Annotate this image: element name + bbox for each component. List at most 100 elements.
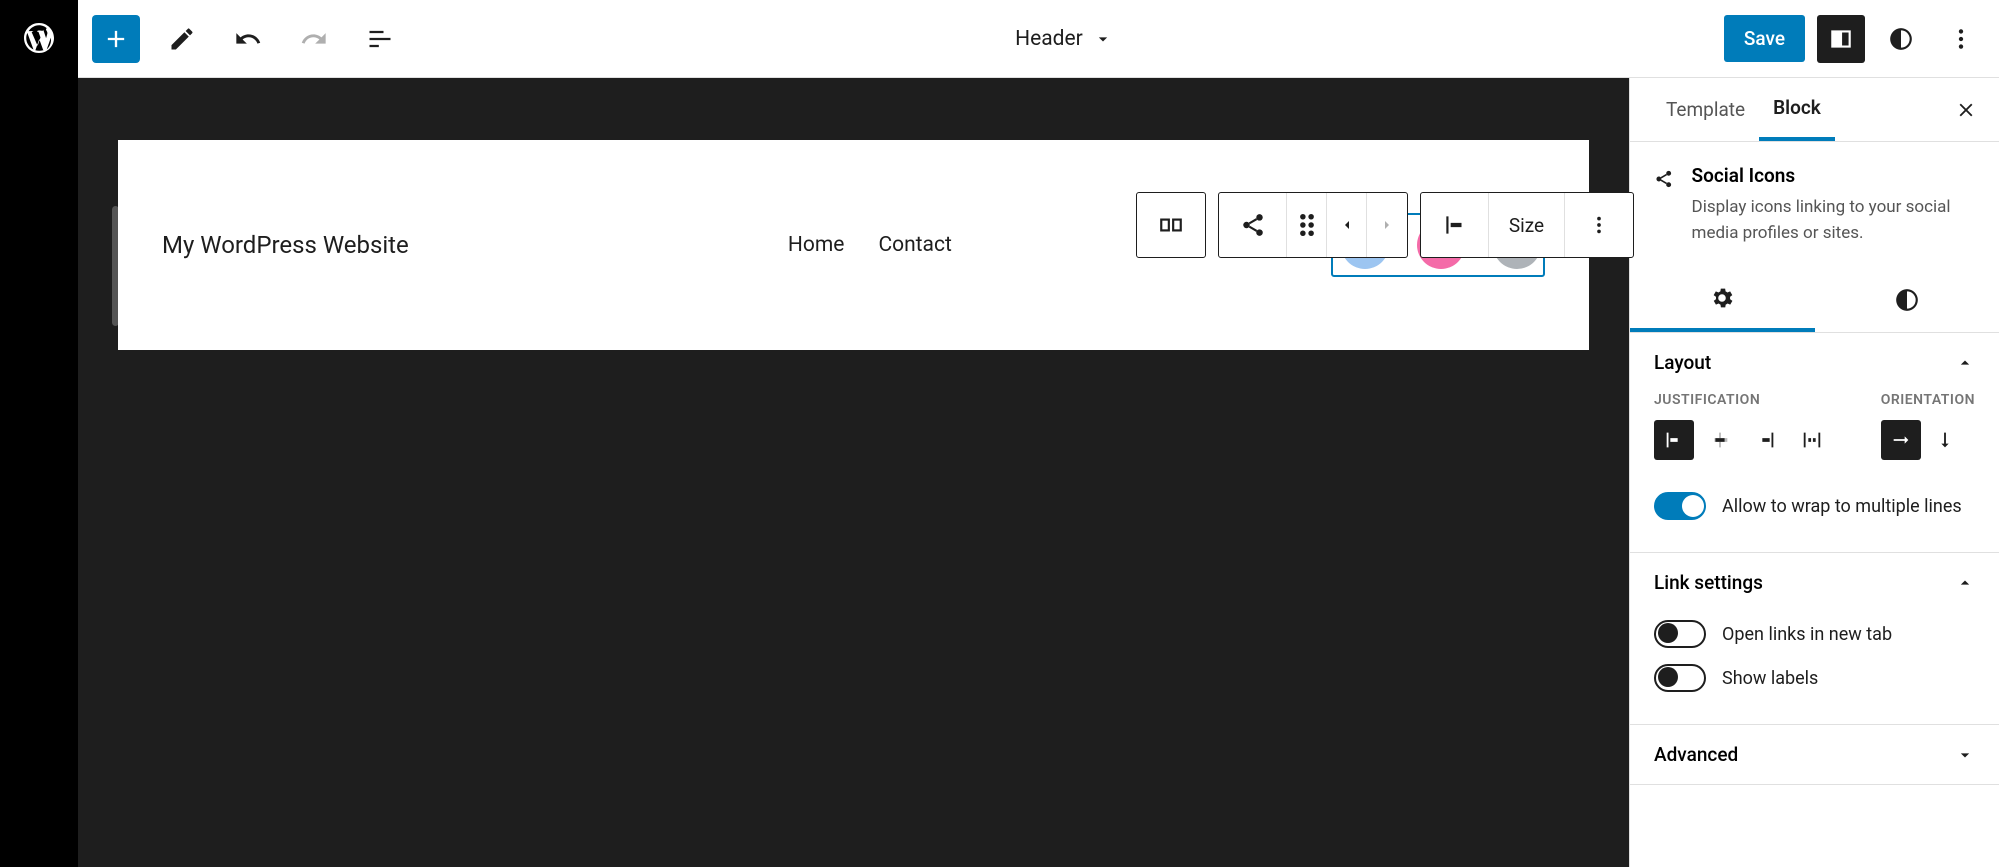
move-up-button[interactable] [1327,193,1367,257]
share-icon [1240,212,1266,238]
block-title: Social Icons [1692,164,1975,187]
justify-button[interactable] [1421,193,1489,257]
justify-center-button[interactable] [1700,420,1740,460]
block-type-button[interactable] [1219,193,1287,257]
chevron-left-icon [1339,217,1355,233]
wrap-toggle[interactable] [1654,492,1706,520]
save-button[interactable]: Save [1724,15,1805,62]
block-info-text: Social Icons Display icons linking to yo… [1692,164,1975,246]
content-row: Size My WordPress Website Home Contact [78,78,1999,867]
move-down-button[interactable] [1367,193,1407,257]
group-icon [1158,212,1184,238]
orientation-vertical-button[interactable] [1925,420,1965,460]
orientation-horizontal-button[interactable] [1881,420,1921,460]
justify-left-button[interactable] [1654,420,1694,460]
sidebar-icon [1828,26,1854,52]
wrap-toggle-label: Allow to wrap to multiple lines [1722,496,1962,517]
parent-block-button[interactable] [1137,193,1205,257]
panel-title: Link settings [1654,571,1763,594]
topbar-left-tools [92,15,404,63]
sidebar-toggle-button[interactable] [1817,15,1865,63]
layout-panel-body: Justification Orientation [1630,392,1999,552]
justify-right-button[interactable] [1746,420,1786,460]
gear-icon [1709,285,1735,311]
bt-group-align: Size [1420,192,1634,258]
justification-group: Justification [1654,392,1832,460]
justification-buttons [1654,420,1832,460]
pencil-icon [168,25,196,53]
more-vertical-icon [1948,26,1974,52]
settings-subtab[interactable] [1630,268,1815,332]
wordpress-logo-icon[interactable] [17,16,61,60]
more-vertical-icon [1588,214,1610,236]
link-settings-body: Open links in new tab Show labels [1630,612,1999,724]
half-circle-icon [1888,26,1914,52]
bt-group-main [1218,192,1408,258]
block-description: Display icons linking to your social med… [1692,195,1975,246]
editor-topbar: Header Save [78,0,1999,78]
open-new-tab-toggle[interactable] [1654,620,1706,648]
chevron-right-icon [1379,217,1395,233]
advanced-panel-header[interactable]: Advanced [1630,725,1999,784]
show-labels-toggle-row: Show labels [1654,656,1975,700]
main-area: Header Save [78,0,1999,867]
wrap-toggle-row: Allow to wrap to multiple lines [1654,484,1975,528]
styles-button[interactable] [1877,15,1925,63]
bt-group-parent [1136,192,1206,258]
sidebar-tabs: Template Block [1630,78,1999,142]
justify-space-between-button[interactable] [1792,420,1832,460]
wp-admin-bar [0,0,78,867]
topbar-center: Header [404,27,1724,51]
new-tab-toggle-row: Open links in new tab [1654,612,1975,656]
half-circle-icon [1894,287,1920,313]
tab-block[interactable]: Block [1759,78,1835,141]
edit-tool-button[interactable] [158,15,206,63]
justification-label: Justification [1654,392,1832,408]
block-options-button[interactable] [1565,193,1633,257]
layout-row: Justification Orientation [1654,392,1975,460]
close-icon [1955,99,1977,121]
size-button[interactable]: Size [1489,193,1565,257]
redo-icon [300,25,328,53]
site-title[interactable]: My WordPress Website [162,231,409,259]
share-icon [1654,164,1674,194]
topbar-right-tools: Save [1724,15,1985,63]
nav-link[interactable]: Home [788,233,845,257]
advanced-panel: Advanced [1630,725,1999,785]
orientation-label: Orientation [1881,392,1975,408]
settings-sidebar: Template Block Social Icons Display icon… [1629,78,1999,867]
chevron-up-icon [1955,353,1975,373]
navigation-menu: Home Contact [788,233,952,257]
panel-title: Layout [1654,351,1711,374]
chevron-down-icon [1955,745,1975,765]
block-inserter-button[interactable] [92,15,140,63]
undo-button[interactable] [224,15,272,63]
options-button[interactable] [1937,15,1985,63]
chevron-up-icon [1955,573,1975,593]
drag-icon [1300,214,1314,236]
redo-button[interactable] [290,15,338,63]
undo-icon [234,25,262,53]
layout-panel: Layout Justification [1630,333,1999,553]
close-sidebar-button[interactable] [1955,99,1977,121]
tab-template[interactable]: Template [1652,78,1759,141]
nav-link[interactable]: Contact [878,233,951,257]
document-title[interactable]: Header [1015,27,1083,51]
orientation-buttons [1881,420,1975,460]
chevron-down-icon[interactable] [1093,29,1113,49]
plus-icon [102,25,130,53]
sidebar-subtabs [1630,268,1999,333]
document-overview-button[interactable] [356,15,404,63]
drag-handle[interactable] [1287,193,1327,257]
layout-panel-header[interactable]: Layout [1630,333,1999,392]
show-labels-toggle[interactable] [1654,664,1706,692]
orientation-group: Orientation [1881,392,1975,460]
list-view-icon [366,25,394,53]
link-settings-panel: Link settings Open links in new tab Show… [1630,553,1999,725]
justify-left-icon [1442,212,1468,238]
open-new-tab-label: Open links in new tab [1722,624,1892,645]
styles-subtab[interactable] [1815,268,1999,332]
show-labels-label: Show labels [1722,668,1818,689]
link-settings-header[interactable]: Link settings [1630,553,1999,612]
block-toolbar: Size [1136,192,1634,258]
